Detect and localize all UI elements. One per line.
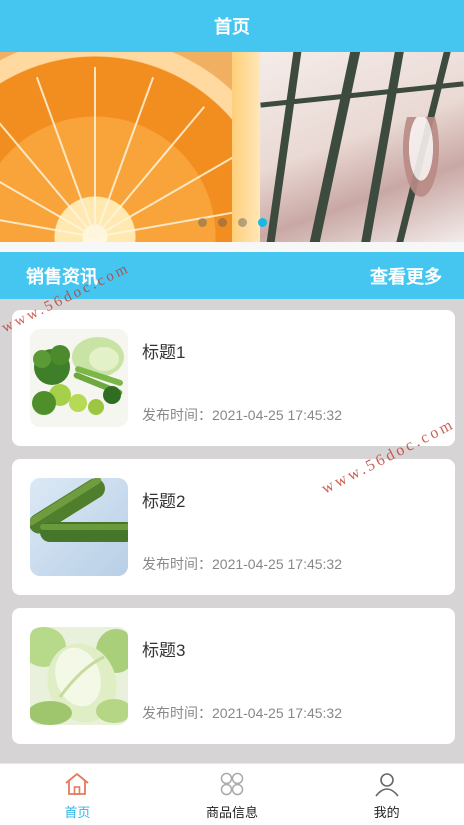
banner-carousel[interactable] (0, 52, 464, 242)
vegetables-image (30, 329, 128, 427)
news-publish-time: 发布时间：2021-04-25 17:45:32 (142, 705, 342, 721)
page-title: 首页 (214, 17, 250, 38)
carousel-dot[interactable] (218, 218, 227, 227)
home-icon (65, 773, 89, 795)
news-card[interactable]: 标题1 发布时间：2021-04-25 17:45:32 (12, 310, 455, 446)
news-publish-time: 发布时间：2021-04-25 17:45:32 (142, 556, 342, 572)
news-title: 标题2 (142, 492, 186, 511)
tab-mine[interactable]: 我的 (309, 764, 464, 825)
news-card[interactable]: 标题3 发布时间：2021-04-25 17:45:32 (12, 608, 455, 744)
cabbage-image (30, 627, 128, 725)
dancer-figure (400, 117, 442, 205)
news-thumbnail (30, 478, 128, 576)
banner-slide-photo[interactable] (260, 52, 464, 242)
grid-icon (220, 772, 244, 796)
orange-peel-edge (232, 52, 260, 242)
carousel-dot-active[interactable] (258, 218, 267, 227)
tab-products-label: 商品信息 (206, 806, 259, 821)
tab-home-label: 首页 (64, 806, 91, 821)
bottom-tab-bar: 首页 商品信息 我的 (0, 763, 464, 825)
carousel-dot[interactable] (198, 218, 207, 227)
news-thumbnail (30, 329, 128, 427)
banner-slide-orange[interactable] (0, 52, 263, 242)
page-title-bar: 首页 (0, 0, 464, 52)
news-thumbnail (30, 627, 128, 725)
tab-mine-label: 我的 (373, 806, 400, 821)
user-icon (375, 773, 399, 797)
carousel-dot[interactable] (238, 218, 247, 227)
tab-products[interactable]: 商品信息 (155, 764, 310, 825)
news-title: 标题3 (142, 641, 186, 660)
carousel-dots[interactable] (198, 218, 267, 227)
view-more-link[interactable]: 查看更多 (370, 263, 442, 289)
divider-band (0, 242, 464, 252)
news-publish-time: 发布时间：2021-04-25 17:45:32 (142, 407, 342, 423)
news-title: 标题1 (142, 343, 186, 362)
news-card[interactable]: 标题2 发布时间：2021-04-25 17:45:32 (12, 459, 455, 595)
cucumber-image (30, 478, 128, 576)
tab-home[interactable]: 首页 (0, 764, 155, 825)
